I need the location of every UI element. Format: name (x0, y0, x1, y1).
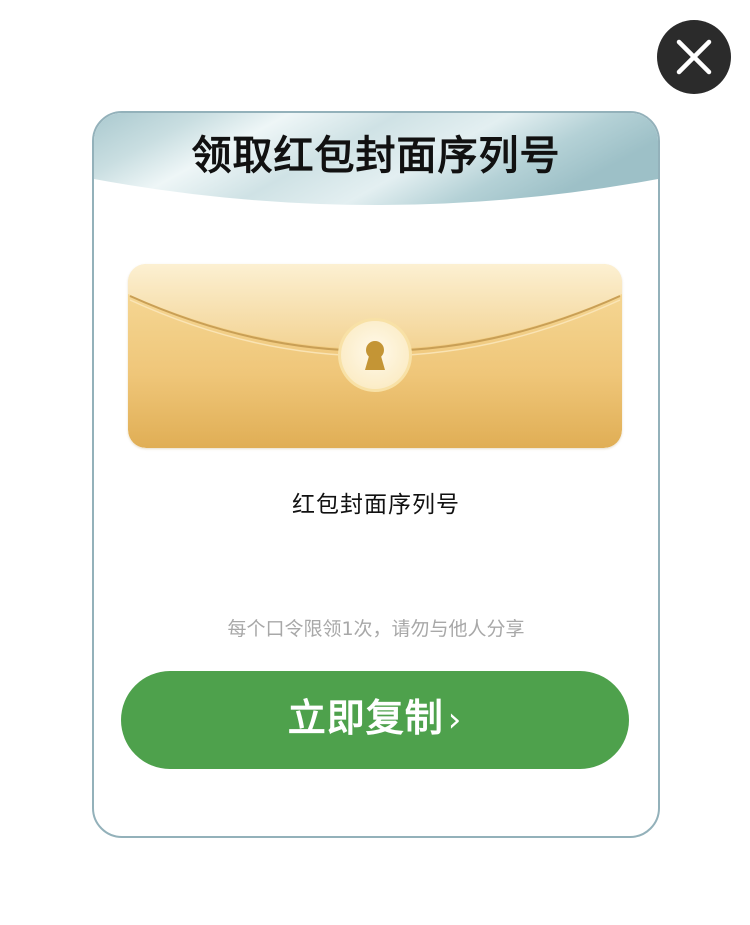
serial-number-label: 红包封面序列号 (292, 492, 460, 518)
usage-hint: 每个口令限领1次，请勿与他人分享 (227, 618, 525, 640)
copy-button-label: 立即复制 (287, 696, 444, 740)
close-button[interactable] (657, 20, 731, 94)
keyhole-icon (365, 341, 385, 370)
redpacket-cover-dialog: 领取红包封面序列号 红包封面序列号 每个口令限领1次，请勿与他人分享 立即复制 … (92, 111, 660, 838)
chevron-right-icon: › (447, 700, 463, 740)
close-icon (676, 39, 712, 75)
envelope-illustration (128, 264, 622, 448)
dialog-title: 领取红包封面序列号 (191, 133, 561, 179)
copy-now-button[interactable]: 立即复制 › (121, 671, 629, 769)
modal-overlay: 领取红包封面序列号 红包封面序列号 每个口令限领1次，请勿与他人分享 立即复制 … (0, 0, 750, 925)
